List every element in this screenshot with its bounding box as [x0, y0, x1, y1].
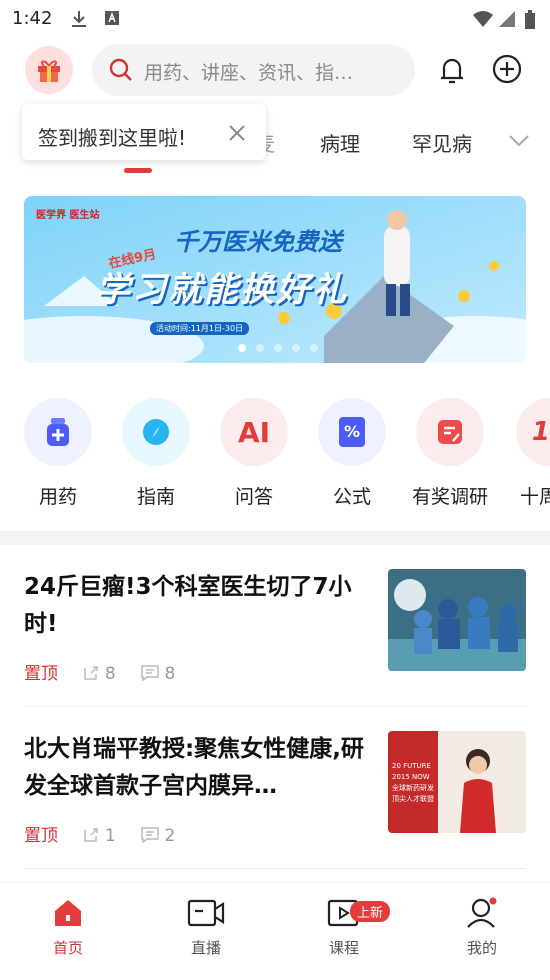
signal-icon: [499, 11, 515, 27]
wifi-icon: [473, 11, 493, 27]
feature-label: 十周: [520, 486, 550, 508]
feature-label: 问答: [234, 486, 273, 508]
bell-icon[interactable]: [436, 54, 468, 86]
article-item[interactable]: 24斤巨瘤!3个科室医生切了7小时! 置顶 8 8: [24, 569, 526, 684]
surgery-photo: [388, 569, 526, 671]
keyboard-a-icon: [105, 11, 119, 25]
article-meta: 置顶 8 8: [24, 659, 175, 684]
tab-rare-disease[interactable]: 罕见病: [412, 128, 472, 157]
section-separator: [0, 531, 550, 545]
search-bar[interactable]: 用药、讲座、资讯、指…: [92, 44, 415, 96]
banner-headline-big: 学习就能换好礼: [96, 270, 348, 310]
pagination-dot: [256, 344, 264, 352]
download-icon: [72, 11, 86, 27]
article-divider: [24, 868, 526, 869]
comment-count: 8: [164, 664, 176, 684]
home-icon: [55, 900, 81, 926]
feature-anniversary[interactable]: 10 十周: [508, 398, 550, 509]
feature-qa[interactable]: AI 问答: [214, 398, 294, 509]
status-bar: 1:42: [0, 0, 550, 36]
feature-guide[interactable]: 指南: [116, 398, 196, 509]
thumb-caption: 20 FUTURE 2015 NOW 全球新药研发 顶尖人才联盟: [392, 762, 434, 803]
pagination-dot: [310, 344, 318, 352]
chevron-down-icon[interactable]: [508, 134, 530, 148]
feature-label: 用药: [38, 486, 77, 508]
sign-in-gift-button[interactable]: [25, 46, 73, 94]
banner-headline-small: 千万医米免费送: [174, 228, 342, 256]
status-time: 1:42: [12, 8, 53, 29]
share-icon[interactable]: [83, 827, 99, 843]
banner-date-note: 活动时间:11月1日-30日: [150, 322, 250, 335]
tooltip-text: 签到搬到这里啦!: [38, 126, 187, 150]
bottom-navigation: 首页 直播 课程 上新 我的: [0, 882, 550, 980]
sign-in-tooltip: 签到搬到这里啦!: [22, 104, 266, 160]
tab-pathology[interactable]: 病理: [320, 128, 360, 157]
feature-survey[interactable]: 有奖调研: [410, 398, 490, 509]
feature-label: 有奖调研: [411, 486, 488, 508]
banner-pagination: [238, 344, 318, 352]
share-count: 1: [104, 826, 116, 846]
feature-medicine[interactable]: 用药: [18, 398, 98, 509]
top-header: 用药、讲座、资讯、指…: [0, 40, 550, 102]
pagination-dot: [274, 344, 282, 352]
feature-label: 公式: [332, 486, 371, 508]
pagination-dot: [292, 344, 300, 352]
article-title: 北大肖瑞平教授:聚焦女性健康,研发全球首款子宫内膜异…: [24, 736, 364, 799]
feature-formula[interactable]: % 公式: [312, 398, 392, 509]
search-placeholder: 用药、讲座、资讯、指…: [144, 62, 354, 84]
article-thumbnail: 20 FUTURE 2015 NOW 全球新药研发 顶尖人才联盟: [388, 731, 526, 833]
nav-home[interactable]: 首页: [28, 897, 108, 958]
nav-label: 直播: [190, 939, 221, 957]
nav-label: 课程: [328, 939, 359, 957]
article-title: 24斤巨瘤!3个科室医生切了7小时!: [24, 574, 352, 637]
add-icon[interactable]: [492, 54, 522, 84]
video-camera-icon: [187, 899, 225, 927]
nav-live[interactable]: 直播: [166, 897, 246, 958]
share-count: 8: [104, 664, 116, 684]
anniversary-icon: 10: [531, 417, 550, 447]
user-icon: [467, 897, 497, 928]
pinned-label: 置顶: [24, 664, 58, 684]
comment-count: 2: [164, 826, 176, 846]
share-icon[interactable]: [83, 665, 99, 681]
comment-icon[interactable]: [141, 665, 159, 682]
medicine-bottle-icon: [47, 418, 69, 446]
nav-label: 我的: [466, 939, 497, 957]
close-icon[interactable]: [228, 124, 246, 142]
nav-profile[interactable]: 我的: [442, 897, 522, 958]
search-icon: [109, 58, 132, 81]
article-thumbnail: [388, 569, 526, 671]
compass-icon: [143, 419, 169, 445]
gift-icon: [38, 60, 60, 82]
active-tab-indicator: [124, 168, 152, 173]
feature-grid: 用药 指南 AI 问答 % 公式 有奖调研 10 十周: [0, 398, 550, 508]
pinned-label: 置顶: [24, 826, 58, 846]
new-badge: 上新: [350, 901, 391, 922]
formula-icon: %: [339, 417, 365, 447]
pagination-dot-active: [238, 344, 246, 352]
feature-label: 指南: [136, 486, 175, 508]
article-item[interactable]: 北大肖瑞平教授:聚焦女性健康,研发全球首款子宫内膜异… 置顶 1 2 20 FU…: [24, 731, 526, 846]
article-meta: 置顶 1 2: [24, 821, 175, 846]
comment-icon[interactable]: [141, 827, 159, 844]
banner-logos: 医学界 医生站: [36, 210, 100, 221]
article-divider: [24, 706, 526, 707]
survey-icon: [438, 420, 462, 444]
nav-label: 首页: [52, 939, 83, 957]
promo-banner[interactable]: 医学界 医生站 在线9月 千万医米免费送 学习就能换好礼 活动时间:11月1日-…: [24, 196, 526, 363]
battery-icon: [525, 10, 535, 29]
ai-icon: AI: [237, 415, 271, 449]
